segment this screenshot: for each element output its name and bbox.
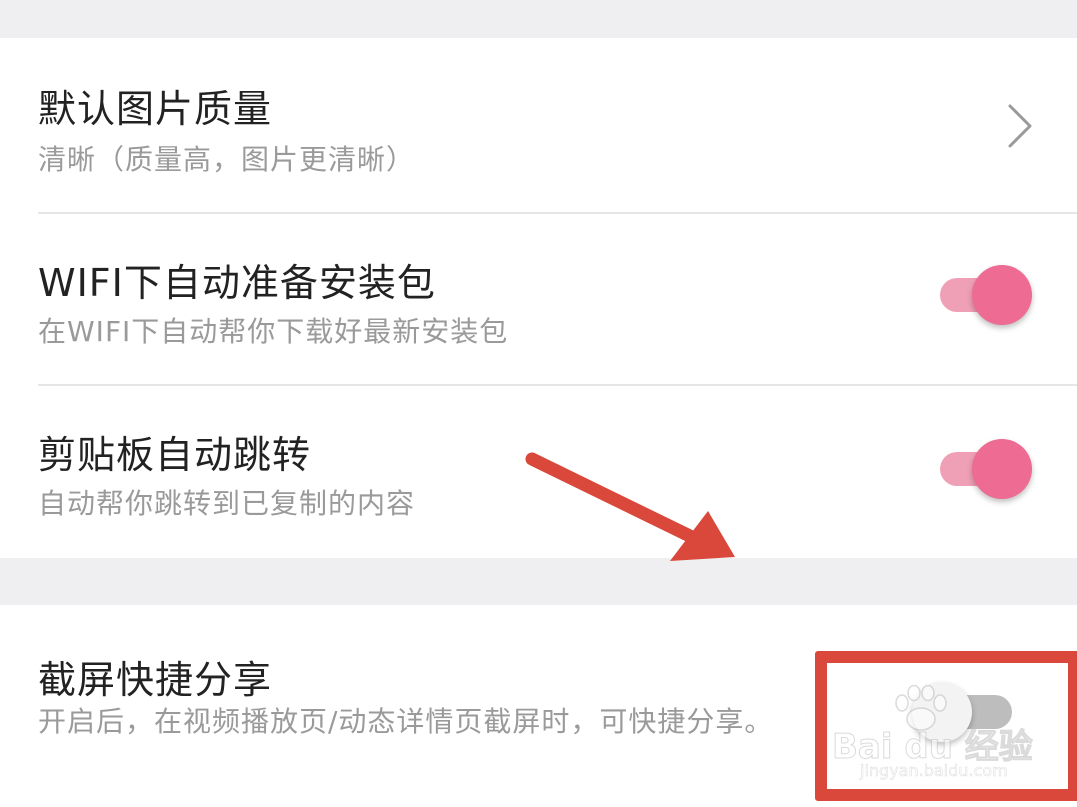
setting-subtitle: 在WIFI下自动帮你下载好最新安装包 bbox=[38, 315, 509, 348]
setting-subtitle: 清晰（质量高，图片更清晰） bbox=[38, 143, 416, 176]
setting-title: WIFI下自动准备安装包 bbox=[38, 261, 436, 305]
top-section-gap bbox=[0, 0, 1077, 38]
setting-subtitle: 开启后，在视频播放页/动态详情页截屏时，可快捷分享。 bbox=[38, 705, 774, 738]
annotation-highlight-box bbox=[815, 651, 1077, 801]
toggle-knob bbox=[972, 439, 1032, 499]
setting-row-image-quality[interactable]: 默认图片质量 清晰（质量高，图片更清晰） bbox=[0, 38, 1077, 212]
chevron-right-icon[interactable] bbox=[1000, 102, 1040, 150]
clipboard-jump-toggle[interactable] bbox=[936, 438, 1036, 502]
setting-title: 剪贴板自动跳转 bbox=[38, 433, 312, 477]
setting-row-wifi-auto-download[interactable]: WIFI下自动准备安装包 在WIFI下自动帮你下载好最新安装包 bbox=[0, 214, 1077, 384]
wifi-auto-download-toggle[interactable] bbox=[936, 264, 1036, 328]
annotation-arrow-icon bbox=[525, 452, 735, 561]
toggle-knob bbox=[972, 265, 1032, 325]
setting-subtitle: 自动帮你跳转到已复制的内容 bbox=[38, 487, 416, 520]
setting-title: 截屏快捷分享 bbox=[38, 658, 273, 702]
setting-title: 默认图片质量 bbox=[38, 87, 273, 131]
